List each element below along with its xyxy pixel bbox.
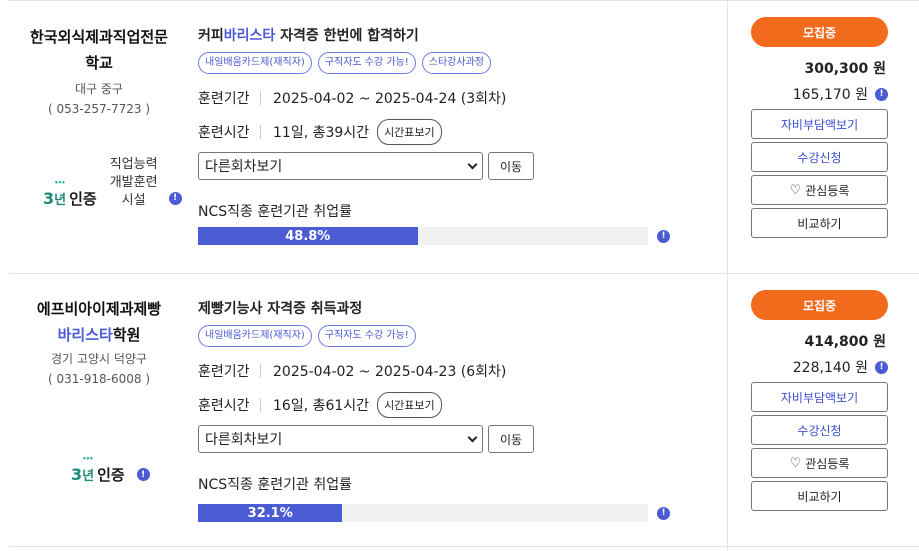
course-tags: 내일배움카드제(재직자) 구직자도 수강 가능! — [198, 325, 718, 347]
cert-description: 직업능력 개발훈련 시설 — [109, 157, 158, 208]
session-select[interactable]: 다른회차보기 — [198, 425, 483, 453]
session-select-row: 다른회차보기 이동 — [198, 152, 718, 180]
info-icon[interactable]: ! — [875, 360, 888, 374]
cert-3year-logo: 3년인증 — [71, 455, 125, 485]
employment-rate: 32.1% ! — [198, 504, 718, 522]
institution-region: 경기 고양시 덕양구 — [51, 352, 147, 366]
training-hours: 훈련시간 11일, 총39시간 시간표보기 — [198, 118, 718, 146]
course-card-2: 에프비아이제과제빵 바리스타학원 경기 고양시 덕양구 ( 031-918-60… — [9, 274, 919, 546]
institution-info: 에프비아이제과제빵 바리스타학원 경기 고양시 덕양구 ( 031-918-60… — [9, 296, 189, 390]
session-select[interactable]: 다른회차보기 — [198, 152, 483, 180]
employment-rate-fill: 48.8% — [198, 227, 418, 245]
tag: 내일배움카드제(재직자) — [198, 325, 312, 347]
course-main: 커피바리스타 자격증 한번에 합격하기 내일배움카드제(재직자) 구직자도 수강… — [198, 26, 718, 245]
status-badge: 모집중 — [751, 17, 888, 47]
chevron-down-icon — [467, 432, 478, 442]
training-period: 훈련기간 2025-04-02 ~ 2025-04-24 (3회차) — [198, 91, 507, 107]
self-pay-button[interactable]: 자비부담액보기 — [751, 382, 888, 412]
go-button[interactable]: 이동 — [488, 152, 534, 180]
certification: 3년인증 직업능력 개발훈련 시설 ! — [43, 156, 182, 210]
course-price: 414,800 원 — [804, 334, 886, 350]
compare-button[interactable]: 비교하기 — [751, 208, 888, 238]
go-button[interactable]: 이동 — [488, 425, 534, 453]
tag: 구직자도 수강 가능! — [317, 325, 416, 347]
info-icon[interactable]: ! — [168, 191, 182, 205]
institution-name[interactable]: 한국외식제과직업전문학교 — [9, 24, 189, 76]
course-actions: 모집중 300,300 원 165,170 원! 자비부담액보기 수강신청 ♡ 관… — [751, 17, 888, 238]
info-icon[interactable]: ! — [657, 229, 670, 243]
apply-button[interactable]: 수강신청 — [751, 142, 888, 172]
employment-rate: 48.8% ! — [198, 227, 718, 245]
employment-rate-bar: 32.1% — [198, 504, 648, 522]
self-pay-button[interactable]: 자비부담액보기 — [751, 109, 888, 139]
course-main: 제빵기능사 자격증 취득과정 내일배움카드제(재직자) 구직자도 수강 가능! … — [198, 299, 718, 522]
certification: 3년인증 ! — [71, 455, 150, 485]
heart-outline-icon: ♡ — [789, 455, 802, 471]
status-badge: 모집중 — [751, 290, 888, 320]
employment-rate-label: NCS직종 훈련기관 취업률 — [198, 204, 352, 220]
chevron-down-icon — [467, 159, 478, 169]
tag: 스타강사과정 — [421, 52, 491, 74]
course-title[interactable]: 커피바리스타 자격증 한번에 합격하기 — [198, 26, 718, 46]
course-title[interactable]: 제빵기능사 자격증 취득과정 — [198, 299, 718, 319]
self-pay-price: 228,140 원! — [751, 357, 888, 377]
course-price: 300,300 원 — [804, 61, 886, 77]
institution-phone: ( 031-918-6008 ) — [48, 372, 150, 386]
info-icon[interactable]: ! — [657, 506, 670, 520]
employment-rate-fill: 32.1% — [198, 504, 343, 522]
favorite-button[interactable]: ♡ 관심등록 — [751, 175, 888, 205]
tag: 내일배움카드제(재직자) — [198, 52, 312, 74]
card-divider — [9, 546, 919, 547]
employment-rate-bar: 48.8% — [198, 227, 648, 245]
cert-3year-logo: 3년인증 — [43, 179, 97, 209]
institution-name[interactable]: 에프비아이제과제빵 바리스타학원 — [9, 296, 189, 348]
course-actions: 모집중 414,800 원 228,140 원! 자비부담액보기 수강신청 ♡ 관… — [751, 290, 888, 511]
favorite-button[interactable]: ♡ 관심등록 — [751, 448, 888, 478]
compare-button[interactable]: 비교하기 — [751, 481, 888, 511]
self-pay-price: 165,170 원! — [751, 84, 888, 104]
timetable-button[interactable]: 시간표보기 — [377, 119, 442, 145]
heart-outline-icon: ♡ — [789, 182, 802, 198]
timetable-button[interactable]: 시간표보기 — [377, 392, 442, 418]
tag: 구직자도 수강 가능! — [317, 52, 416, 74]
info-icon[interactable]: ! — [136, 468, 150, 481]
session-select-row: 다른회차보기 이동 — [198, 425, 718, 453]
course-card-1: 한국외식제과직업전문학교 대구 중구 ( 053-257-7723 ) 3년인증… — [9, 0, 919, 273]
course-tags: 내일배움카드제(재직자) 구직자도 수강 가능! 스타강사과정 — [198, 52, 718, 74]
institution-phone: ( 053-257-7723 ) — [48, 102, 150, 116]
institution-region: 대구 중구 — [75, 82, 123, 96]
training-hours: 훈련시간 16일, 총61시간 시간표보기 — [198, 391, 718, 419]
info-icon[interactable]: ! — [875, 87, 888, 101]
training-period: 훈련기간 2025-04-02 ~ 2025-04-23 (6회차) — [198, 364, 507, 380]
apply-button[interactable]: 수강신청 — [751, 415, 888, 445]
institution-info: 한국외식제과직업전문학교 대구 중구 ( 053-257-7723 ) — [9, 24, 189, 120]
employment-rate-label: NCS직종 훈련기관 취업률 — [198, 477, 352, 493]
